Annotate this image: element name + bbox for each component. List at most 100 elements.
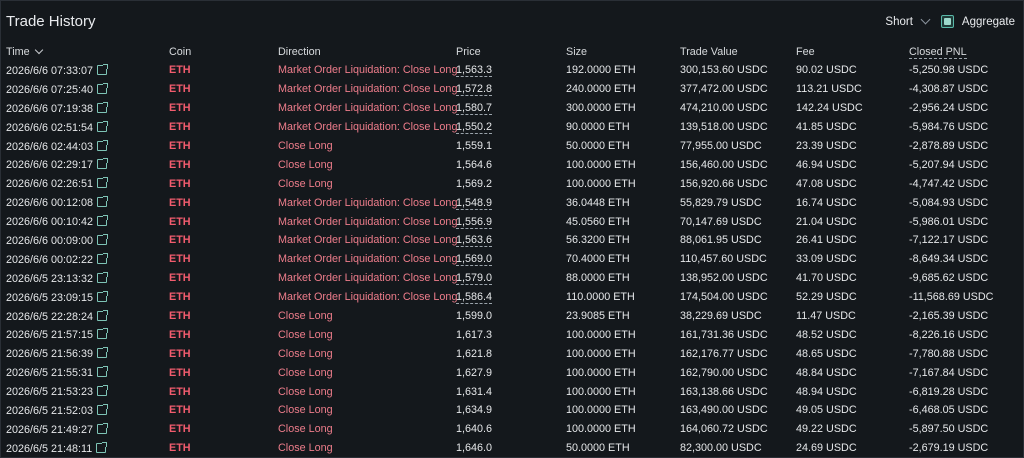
aggregate-checkbox[interactable] (940, 15, 954, 28)
column-header-closed-pnl[interactable]: Closed PNL (909, 42, 1023, 61)
cell-coin[interactable]: ETH (169, 401, 278, 420)
price-text[interactable]: 1,563.3 (456, 64, 493, 78)
price-text[interactable]: 1,572.8 (456, 83, 493, 97)
external-link-icon[interactable] (97, 82, 109, 94)
price-text[interactable]: 1,548.9 (456, 196, 493, 210)
price-text[interactable]: 1,579.0 (456, 272, 493, 286)
price-text[interactable]: 1,580.7 (456, 102, 493, 116)
table-row: 2026/6/6 02:29:17 ETH Close Long 1,564.6 100… (1, 155, 1023, 174)
price-text[interactable]: 1,563.6 (456, 234, 493, 248)
cell-coin[interactable]: ETH (169, 269, 278, 288)
cell-coin[interactable]: ETH (169, 212, 278, 231)
external-link-icon[interactable] (97, 101, 109, 113)
external-link-icon[interactable] (97, 177, 109, 189)
cell-fee: 52.29 USDC (796, 291, 857, 304)
cell-fee: 48.94 USDC (796, 385, 857, 398)
cell-coin[interactable]: ETH (169, 250, 278, 269)
cell-coin[interactable]: ETH (169, 193, 278, 212)
cell-trade-value: 139,518.00 USDC (680, 121, 768, 134)
external-link-icon[interactable] (97, 309, 109, 321)
price-text[interactable]: 1,569.0 (456, 253, 493, 267)
external-link-icon[interactable] (97, 271, 109, 283)
external-link-icon[interactable] (97, 347, 109, 359)
price-text[interactable]: 1,550.2 (456, 121, 493, 135)
cell-direction: Close Long (278, 328, 333, 341)
cell-fee: 41.85 USDC (796, 121, 857, 134)
time-text: 2026/6/6 02:29:17 (6, 159, 94, 172)
cell-direction: Close Long (278, 347, 333, 360)
cell-size: 100.0000 ETH (566, 385, 636, 398)
external-link-icon[interactable] (97, 328, 109, 340)
table-row: 2026/6/6 00:12:08 ETH Market Order Liquida… (1, 193, 1023, 212)
cell-coin[interactable]: ETH (169, 382, 278, 401)
cell-trade-value: 77,955.00 USDC (680, 140, 762, 152)
cell-closed-pnl: -7,122.17 USDC (909, 234, 989, 247)
cell-size: 100.0000 ETH (566, 328, 636, 341)
cell-fee: 47.08 USDC (796, 177, 857, 190)
cell-direction: Market Order Liquidation: Close Long (278, 83, 458, 96)
external-link-icon[interactable] (97, 403, 109, 415)
price-text[interactable]: 1,586.4 (456, 291, 493, 305)
cell-coin[interactable]: ETH (169, 325, 278, 344)
cell-fee: 90.02 USDC (796, 64, 857, 77)
cell-direction: Market Order Liquidation: Close Long (278, 64, 458, 77)
cell-trade-value: 163,138.66 USDC (680, 385, 768, 398)
cell-size: 90.0000 ETH (566, 121, 630, 134)
cell-coin[interactable]: ETH (169, 137, 278, 156)
external-link-icon[interactable] (97, 290, 109, 302)
aggregate-toggle[interactable]: Aggregate (940, 15, 1015, 28)
external-link-icon[interactable] (97, 158, 109, 170)
external-link-icon[interactable] (97, 233, 109, 245)
cell-coin[interactable]: ETH (169, 307, 278, 326)
cell-coin[interactable]: ETH (169, 174, 278, 193)
cell-size: 100.0000 ETH (566, 177, 636, 190)
cell-time: 2026/6/6 07:19:38 (1, 99, 169, 118)
cell-closed-pnl: -7,780.88 USDC (909, 347, 989, 360)
column-header-time[interactable]: Time (1, 42, 169, 61)
cell-fee: 46.94 USDC (796, 158, 857, 171)
external-link-icon[interactable] (97, 215, 109, 227)
cell-price: 1,640.6 (456, 420, 566, 439)
cell-coin[interactable]: ETH (169, 344, 278, 363)
trade-history-panel: Trade History Short Aggregate Time Coin … (0, 0, 1024, 458)
external-link-icon[interactable] (97, 139, 109, 151)
external-link-icon[interactable] (97, 196, 109, 208)
cell-coin[interactable]: ETH (169, 363, 278, 382)
cell-time: 2026/6/6 02:51:54 (1, 118, 169, 137)
cell-coin[interactable]: ETH (169, 231, 278, 250)
external-link-icon[interactable] (97, 252, 109, 264)
trade-history-table: Time Coin Direction Price Size Trade Val… (1, 42, 1023, 457)
external-link-icon[interactable] (97, 366, 109, 378)
cell-coin[interactable]: ETH (169, 61, 278, 80)
column-header-coin: Coin (169, 45, 192, 58)
cell-direction: Market Order Liquidation: Close Long (278, 253, 458, 266)
cell-coin[interactable]: ETH (169, 420, 278, 439)
external-link-icon[interactable] (97, 120, 109, 132)
cell-coin[interactable]: ETH (169, 288, 278, 307)
cell-coin[interactable]: ETH (169, 439, 278, 457)
cell-price: 1,617.3 (456, 325, 566, 344)
cell-closed-pnl: -5,207.94 USDC (909, 158, 989, 171)
price-text: 1,564.6 (456, 158, 493, 171)
cell-coin[interactable]: ETH (169, 155, 278, 174)
external-link-icon[interactable] (96, 441, 108, 453)
cell-coin[interactable]: ETH (169, 80, 278, 99)
cell-direction: Market Order Liquidation: Close Long (278, 234, 458, 247)
table-row: 2026/6/6 07:25:40 ETH Market Order Liquida… (1, 80, 1023, 99)
time-text: 2026/6/5 21:57:15 (6, 329, 94, 342)
cell-closed-pnl: -5,986.01 USDC (909, 215, 989, 228)
external-link-icon[interactable] (97, 63, 109, 75)
external-link-icon[interactable] (97, 422, 109, 434)
table-row: 2026/6/5 21:56:39 ETH Close Long 1,621.8 100… (1, 344, 1023, 363)
cell-price: 1,599.0 (456, 307, 566, 326)
direction-filter-dropdown[interactable]: Short (885, 14, 931, 28)
price-text[interactable]: 1,556.9 (456, 215, 493, 229)
external-link-icon[interactable] (97, 385, 109, 397)
cell-direction: Close Long (278, 140, 333, 152)
cell-closed-pnl: -11,568.69 USDC (909, 291, 994, 304)
cell-price: 1,634.9 (456, 401, 566, 420)
cell-coin[interactable]: ETH (169, 99, 278, 118)
cell-coin[interactable]: ETH (169, 118, 278, 137)
cell-size: 100.0000 ETH (566, 366, 636, 379)
cell-fee: 23.39 USDC (796, 140, 857, 152)
